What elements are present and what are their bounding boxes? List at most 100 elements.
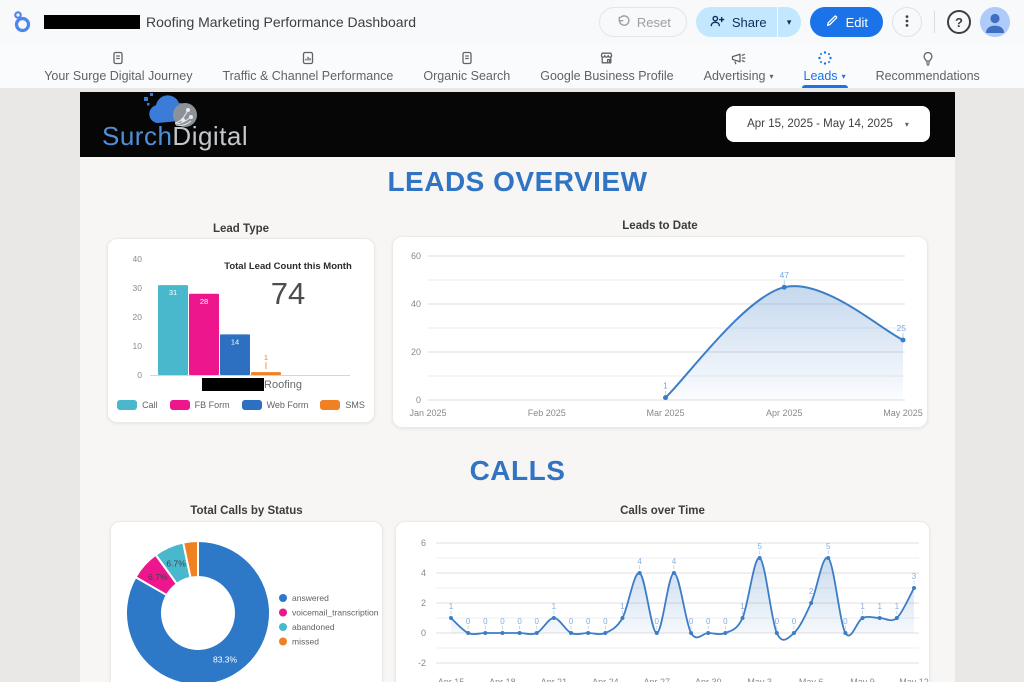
svg-text:0: 0 <box>706 617 711 626</box>
svg-text:0: 0 <box>792 617 797 626</box>
legend-swatch <box>170 400 190 410</box>
help-button[interactable]: ? <box>947 10 971 34</box>
legend-swatch <box>242 400 262 410</box>
redacted-client-name <box>202 378 264 391</box>
x-axis-category-label: Roofing <box>264 379 302 391</box>
svg-text:20: 20 <box>133 312 143 322</box>
reset-label: Reset <box>637 15 671 30</box>
svg-text:missed: missed <box>292 637 319 647</box>
tab-leads[interactable]: Leads ▾ <box>802 44 848 88</box>
person-add-icon <box>709 13 725 32</box>
tab-recommendations[interactable]: Recommendations <box>874 44 982 88</box>
svg-text:47: 47 <box>780 270 790 280</box>
legend-item: Web Form <box>242 400 309 410</box>
svg-text:1: 1 <box>860 602 865 611</box>
tab-label: Organic Search <box>423 69 510 83</box>
svg-text:2: 2 <box>809 587 814 596</box>
tab-label: Traffic & Channel Performance <box>222 69 393 83</box>
svg-text:3: 3 <box>912 572 917 581</box>
looker-studio-logo-icon[interactable] <box>10 10 34 34</box>
document-icon <box>459 49 475 66</box>
svg-text:6.7%: 6.7% <box>166 559 186 569</box>
vertical-dots-icon <box>899 13 915 32</box>
svg-text:abandoned: abandoned <box>292 622 335 632</box>
sparkle-icon <box>817 49 833 66</box>
chart-title-lead-type: Lead Type <box>107 223 375 235</box>
tab-label: Leads <box>804 69 838 83</box>
share-button[interactable]: Share <box>696 7 777 37</box>
tab-advertising[interactable]: Advertising ▾ <box>702 44 776 88</box>
svg-text:Apr 27: Apr 27 <box>644 677 671 682</box>
calls-over-time-line-chart: -202461000001000140400015002501113Apr 15… <box>396 522 930 682</box>
svg-text:60: 60 <box>411 251 421 261</box>
svg-text:0: 0 <box>483 617 488 626</box>
tab-your-surge-digital-journey[interactable]: Your Surge Digital Journey <box>42 44 194 88</box>
tab-organic-search[interactable]: Organic Search <box>421 44 512 88</box>
svg-text:Apr 2025: Apr 2025 <box>766 408 803 418</box>
report-canvas: SurchDigital Apr 15, 2025 - May 14, 2025… <box>80 92 955 682</box>
svg-text:0: 0 <box>843 617 848 626</box>
leads-to-date-chart-card[interactable]: 0204060Jan 2025Feb 2025Mar 2025Apr 2025M… <box>392 236 928 428</box>
svg-text:0: 0 <box>655 617 660 626</box>
redacted-client-name <box>44 15 140 29</box>
calls-by-status-chart-card[interactable]: 83.3%6.7%6.7%answeredvoicemail_transcrip… <box>110 521 383 682</box>
svg-text:answered: answered <box>292 593 329 603</box>
svg-text:0: 0 <box>569 617 574 626</box>
svg-text:25: 25 <box>897 323 907 333</box>
svg-text:Jan 2025: Jan 2025 <box>409 408 446 418</box>
svg-text:Apr 30: Apr 30 <box>695 677 722 682</box>
calls-by-status-donut-chart: 83.3%6.7%6.7%answeredvoicemail_transcrip… <box>111 522 383 682</box>
lightbulb-icon <box>920 49 936 66</box>
report-header-band: SurchDigital Apr 15, 2025 - May 14, 2025… <box>80 92 955 157</box>
callout-label: Total Lead Count this Month <box>203 261 373 272</box>
svg-text:Mar 2025: Mar 2025 <box>646 408 684 418</box>
svg-text:6.7%: 6.7% <box>148 572 168 582</box>
calls-over-time-chart-card[interactable]: -202461000001000140400015002501113Apr 15… <box>395 521 930 682</box>
svg-text:1: 1 <box>877 602 882 611</box>
lead-type-chart-card[interactable]: 0102030403128141 Total Lead Count this M… <box>107 238 375 423</box>
svg-text:May 3: May 3 <box>747 677 772 682</box>
edit-button[interactable]: Edit <box>810 7 883 37</box>
svg-text:0: 0 <box>137 370 142 379</box>
edit-label: Edit <box>846 15 868 30</box>
svg-text:31: 31 <box>169 288 177 297</box>
svg-text:1: 1 <box>449 602 454 611</box>
legend-swatch <box>320 400 340 410</box>
svg-text:1: 1 <box>895 602 900 611</box>
svg-text:0: 0 <box>535 617 540 626</box>
svg-text:Feb 2025: Feb 2025 <box>528 408 566 418</box>
svg-text:2: 2 <box>421 598 426 608</box>
tab-traffic-channel-performance[interactable]: Traffic & Channel Performance <box>220 44 395 88</box>
user-avatar[interactable] <box>980 7 1010 37</box>
svg-text:30: 30 <box>133 283 143 293</box>
chart-title-calls-over-time: Calls over Time <box>395 505 930 517</box>
app-topbar: Roofing Marketing Performance Dashboard … <box>0 0 1024 44</box>
report-stage: SurchDigital Apr 15, 2025 - May 14, 2025… <box>0 88 1024 682</box>
legend-item: SMS <box>320 400 365 410</box>
svg-text:-2: -2 <box>418 658 426 668</box>
svg-text:0: 0 <box>775 617 780 626</box>
chevron-down-icon: ▾ <box>905 120 909 129</box>
svg-text:5: 5 <box>826 542 831 551</box>
svg-text:5: 5 <box>757 542 762 551</box>
reset-button[interactable]: Reset <box>599 7 687 37</box>
tab-google-business-profile[interactable]: Google Business Profile <box>538 44 675 88</box>
leads-to-date-line-chart: 0204060Jan 2025Feb 2025Mar 2025Apr 2025M… <box>393 237 928 428</box>
chevron-down-icon: ▾ <box>787 17 792 27</box>
section-title-calls: CALLS <box>80 455 955 487</box>
date-range-control[interactable]: Apr 15, 2025 - May 14, 2025 ▾ <box>726 106 930 142</box>
tab-label: Your Surge Digital Journey <box>44 69 192 83</box>
megaphone-icon <box>730 49 747 66</box>
tab-label: Advertising <box>704 69 766 83</box>
share-dropdown-button[interactable]: ▾ <box>777 7 801 37</box>
date-range-value: Apr 15, 2025 - May 14, 2025 <box>747 118 893 130</box>
report-chart-icon <box>300 49 316 66</box>
svg-text:May 6: May 6 <box>799 677 824 682</box>
more-options-button[interactable] <box>892 7 922 37</box>
legend-item: FB Form <box>170 400 230 410</box>
svg-text:40: 40 <box>411 299 421 309</box>
brand-wordmark: SurchDigital <box>102 121 248 152</box>
svg-text:4: 4 <box>421 568 426 578</box>
svg-text:voicemail_transcription: voicemail_transcription <box>292 608 379 618</box>
svg-text:May 12: May 12 <box>899 677 929 682</box>
